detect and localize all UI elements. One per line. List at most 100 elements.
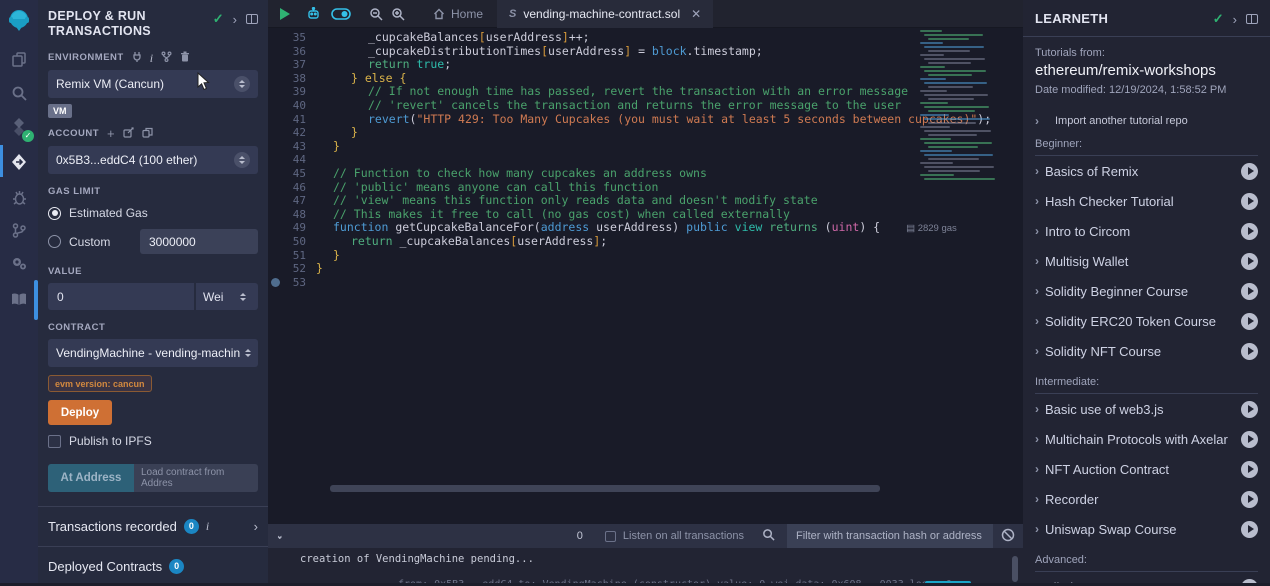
- panel-chevron-icon[interactable]: ›: [233, 12, 237, 27]
- start-tutorial-play-icon[interactable]: [1241, 163, 1258, 180]
- tutorial-item[interactable]: ›Basics of Remix: [1035, 156, 1258, 186]
- tutorial-item[interactable]: ›Multichain Protocols with Axelar: [1035, 424, 1258, 454]
- ai-copilot-icon[interactable]: [306, 7, 321, 21]
- debugger-icon[interactable]: [0, 182, 38, 212]
- tutorial-item[interactable]: ›Multisig Wallet: [1035, 246, 1258, 276]
- tutorial-expand-icon[interactable]: ›: [1035, 344, 1039, 358]
- tutorial-expand-icon[interactable]: ›: [1035, 314, 1039, 328]
- code-line-37[interactable]: 37return true;: [268, 58, 1023, 72]
- tutorial-expand-icon[interactable]: ›: [1035, 254, 1039, 268]
- tutorial-expand-icon[interactable]: ›: [1035, 164, 1039, 178]
- code-line-43[interactable]: 43}: [268, 140, 1023, 154]
- line-number[interactable]: 38: [268, 72, 306, 86]
- tutorial-expand-icon[interactable]: ›: [1035, 284, 1039, 298]
- account-select[interactable]: 0x5B3...eddC4 (100 ether): [48, 146, 258, 174]
- tutorial-item[interactable]: ›Solidity Beginner Course: [1035, 276, 1258, 306]
- start-tutorial-play-icon[interactable]: [1241, 223, 1258, 240]
- solidity-compiler-icon[interactable]: ✓: [0, 112, 38, 142]
- code-line-36[interactable]: 36_cupcakeDistributionTimes[userAddress]…: [268, 45, 1023, 59]
- start-tutorial-play-icon[interactable]: [1241, 193, 1258, 210]
- zoom-in-icon[interactable]: [391, 7, 405, 21]
- info-icon[interactable]: i: [150, 53, 153, 63]
- at-address-button[interactable]: At Address: [48, 464, 134, 492]
- line-number[interactable]: 49: [268, 221, 306, 235]
- clear-console-icon[interactable]: [1001, 528, 1015, 545]
- search-icon[interactable]: [0, 78, 38, 108]
- editor-minimap[interactable]: [920, 30, 1012, 330]
- line-number[interactable]: 46: [268, 181, 306, 195]
- tab-home[interactable]: Home: [419, 0, 497, 28]
- tutorial-item[interactable]: ›Hash Checker Tutorial: [1035, 186, 1258, 216]
- line-number[interactable]: 39: [268, 85, 306, 99]
- code-line-48[interactable]: 48// This makes it free to call (no gas …: [268, 208, 1023, 222]
- tutorial-expand-icon[interactable]: ›: [1035, 224, 1039, 238]
- start-tutorial-play-icon[interactable]: [1241, 253, 1258, 270]
- code-line-38[interactable]: 38} else {: [268, 72, 1023, 86]
- terminal-expand-icon[interactable]: ⌄⌄: [276, 533, 284, 539]
- copy-account-icon[interactable]: [142, 127, 153, 140]
- file-explorer-icon[interactable]: [0, 44, 38, 74]
- delete-environment-icon[interactable]: [180, 51, 190, 64]
- code-line-50[interactable]: 50return _cupcakeBalances[userAddress];: [268, 235, 1023, 249]
- settings-icon[interactable]: [0, 248, 38, 278]
- learneth-chevron-icon[interactable]: ›: [1233, 12, 1237, 27]
- estimated-gas-radio[interactable]: [48, 207, 61, 220]
- editor-horizontal-scrollbar[interactable]: [330, 485, 880, 492]
- start-tutorial-play-icon[interactable]: [1241, 579, 1258, 584]
- terminal-filter-input[interactable]: Filter with transaction hash or address: [787, 524, 993, 548]
- code-line-53[interactable]: 53: [268, 276, 1023, 290]
- deploy-button[interactable]: Deploy: [48, 400, 112, 425]
- code-line-51[interactable]: 51}: [268, 249, 1023, 263]
- tutorial-expand-icon[interactable]: ›: [1035, 522, 1039, 536]
- tutorial-expand-icon[interactable]: ›: [1035, 492, 1039, 506]
- tutorial-item[interactable]: ›Intro to Circom: [1035, 216, 1258, 246]
- publish-ipfs-checkbox[interactable]: [48, 435, 61, 448]
- import-repo-row[interactable]: › Import another tutorial repo: [1035, 114, 1258, 128]
- deploy-and-run-icon[interactable]: [0, 147, 38, 177]
- close-tab-icon[interactable]: ✕: [691, 7, 701, 21]
- transactions-recorded-row[interactable]: Transactions recorded 0 i ›: [48, 507, 258, 546]
- source-control-icon[interactable]: [0, 215, 38, 245]
- line-number[interactable]: 50: [268, 235, 306, 249]
- fork-icon[interactable]: [161, 51, 172, 64]
- code-line-40[interactable]: 40// 'revert' cancels the transaction an…: [268, 99, 1023, 113]
- line-number[interactable]: 48: [268, 208, 306, 222]
- transactions-info-icon[interactable]: i: [206, 519, 209, 534]
- code-line-46[interactable]: 46// 'public' means anyone can call this…: [268, 181, 1023, 195]
- line-number[interactable]: 51: [268, 249, 306, 263]
- code-line-52[interactable]: 52}: [268, 262, 1023, 276]
- line-number[interactable]: 41: [268, 113, 306, 127]
- code-line-44[interactable]: 44: [268, 153, 1023, 167]
- learneth-pin-icon[interactable]: [1246, 14, 1258, 24]
- tutorial-expand-icon[interactable]: ›: [1035, 402, 1039, 416]
- panel-pin-icon[interactable]: [246, 14, 258, 24]
- tutorial-item[interactable]: ›Recorder: [1035, 484, 1258, 514]
- start-tutorial-play-icon[interactable]: [1241, 283, 1258, 300]
- line-number[interactable]: 40: [268, 99, 306, 113]
- start-tutorial-play-icon[interactable]: [1241, 313, 1258, 330]
- add-account-icon[interactable]: +: [107, 129, 115, 139]
- start-tutorial-play-icon[interactable]: [1241, 491, 1258, 508]
- learneth-icon[interactable]: [0, 284, 38, 314]
- contract-select[interactable]: VendingMachine - vending-machin: [48, 339, 258, 367]
- tutorial-expand-icon[interactable]: ›: [1035, 194, 1039, 208]
- listen-all-checkbox[interactable]: [605, 531, 616, 542]
- custom-gas-radio[interactable]: [48, 235, 61, 248]
- tab-file-active[interactable]: S vending-machine-contract.sol ✕: [497, 0, 713, 28]
- zoom-out-icon[interactable]: [369, 7, 383, 21]
- line-number[interactable]: 43: [268, 140, 306, 154]
- line-number[interactable]: 44: [268, 153, 306, 167]
- edit-account-icon[interactable]: [123, 127, 134, 140]
- tutorial-expand-icon[interactable]: ›: [1035, 432, 1039, 446]
- start-tutorial-play-icon[interactable]: [1241, 461, 1258, 478]
- tutorial-item[interactable]: ›Solidity ERC20 Token Course: [1035, 306, 1258, 336]
- at-address-input[interactable]: Load contract from Addres: [134, 464, 258, 492]
- plug-icon[interactable]: [132, 51, 142, 64]
- line-number[interactable]: 42: [268, 126, 306, 140]
- start-tutorial-play-icon[interactable]: [1241, 431, 1258, 448]
- copilot-toggle-icon[interactable]: [331, 8, 351, 20]
- line-number[interactable]: 47: [268, 194, 306, 208]
- line-number[interactable]: 45: [268, 167, 306, 181]
- value-unit-select[interactable]: Wei: [196, 283, 258, 310]
- tutorial-item[interactable]: ›NFT Auction Contract: [1035, 454, 1258, 484]
